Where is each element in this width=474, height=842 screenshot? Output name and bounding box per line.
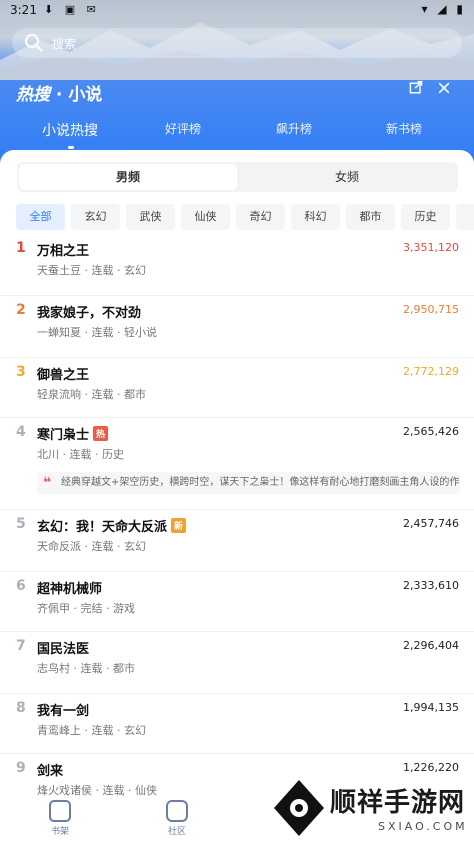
search-bar[interactable]: 搜索 — [12, 28, 462, 58]
list-item[interactable]: 1 万相之王 天蚕土豆 · 连载 · 玄幻 3,351,120 — [0, 236, 474, 296]
tab-male[interactable]: 男频 — [19, 164, 237, 190]
book-meta: 北川 · 连载 · 历史 — [37, 448, 124, 461]
external-link-icon[interactable] — [406, 80, 426, 100]
active-tab-indicator — [68, 146, 74, 149]
tab-top-rated[interactable]: 好评榜 — [165, 120, 201, 137]
list-item[interactable]: 4 寒门枭士热 北川 · 连载 · 历史 2,565,426 ❝ 经典穿越文+架… — [0, 418, 474, 510]
nav-community[interactable]: 社区 — [157, 800, 197, 837]
search-icon — [25, 34, 43, 52]
tab-rising[interactable]: 飙升榜 — [276, 120, 312, 137]
hot-count: 2,565,426 — [403, 425, 459, 438]
book-title: 玄幻：我！天命大反派新 — [37, 516, 187, 535]
hot-count: 1,994,135 — [403, 701, 459, 714]
status-bar: 3:21 ⬇ ▣ ✉ ▾ ◢ ▮ — [0, 0, 474, 22]
hot-count: 2,333,610 — [403, 579, 459, 592]
book-title: 寒门枭士热 — [37, 424, 109, 443]
book-meta: 天蚕土豆 · 连载 · 玄幻 — [37, 264, 146, 277]
category-chip-all[interactable]: 全部 — [16, 204, 65, 230]
book-title: 我家娘子，不对劲 — [37, 306, 142, 321]
hot-count: 2,296,404 — [403, 639, 459, 652]
watermark-logo-icon — [274, 780, 324, 836]
category-chip[interactable]: 军 — [456, 204, 474, 230]
ranking-card: 男频 女频 全部玄幻武侠仙侠奇幻科幻都市历史军 1 万相之王 天蚕土豆 · 连载… — [0, 150, 474, 842]
list-item[interactable]: 8 我有一剑 青鸾峰上 · 连载 · 玄幻 1,994,135 — [0, 694, 474, 754]
rank-number: 8 — [16, 700, 26, 716]
chat-bubble-icon — [166, 800, 188, 822]
notification-icons: ⬇ ▣ ✉ — [44, 3, 100, 16]
hot-count: 2,950,715 — [403, 303, 459, 316]
watermark-text: 顺祥手游网 — [330, 788, 466, 818]
book-meta: 齐佩甲 · 完结 · 游戏 — [37, 602, 135, 615]
book-title: 超神机械师 — [37, 582, 103, 597]
book-meta: 一蝉知夏 · 连载 · 轻小说 — [37, 326, 157, 339]
rank-number: 1 — [16, 240, 26, 256]
tab-female[interactable]: 女频 — [238, 164, 456, 190]
tab-new-books[interactable]: 新书榜 — [386, 120, 422, 137]
rank-number: 4 — [16, 424, 26, 440]
book-title: 我有一剑 — [37, 704, 90, 719]
book-meta: 志鸟村 · 连载 · 都市 — [37, 662, 135, 675]
brand-section-label: 小说 — [68, 85, 103, 105]
list-item[interactable]: 2 我家娘子，不对劲 一蝉知夏 · 连载 · 轻小说 2,950,715 — [0, 296, 474, 358]
list-item[interactable]: 5 玄幻：我！天命大反派新 天命反派 · 连载 · 玄幻 2,457,746 — [0, 510, 474, 572]
book-title-text: 寒门枭士 — [37, 428, 90, 443]
watermark-subtext: SXIAO.COM — [378, 820, 468, 833]
hot-count: 3,351,120 — [403, 241, 459, 254]
quote-icon: ❝ — [43, 475, 52, 491]
rank-number: 3 — [16, 364, 26, 380]
gender-switch: 男频 女频 — [17, 162, 458, 192]
page-title: 热搜 · 小说 — [16, 80, 102, 105]
tab-hot-search[interactable]: 小说热搜 — [42, 120, 98, 140]
system-icons: ▾ ◢ ▮ — [421, 2, 466, 16]
list-item[interactable]: 6 超神机械师 齐佩甲 · 完结 · 游戏 2,333,610 — [0, 572, 474, 632]
list-item[interactable]: 3 御兽之王 轻泉流响 · 连载 · 都市 2,772,129 — [0, 358, 474, 418]
nav-shelf-label: 书架 — [50, 827, 69, 837]
book-title: 剑来 — [37, 764, 64, 779]
close-icon[interactable] — [434, 80, 454, 100]
nav-community-label: 社区 — [167, 827, 186, 837]
hot-badge: 热 — [93, 426, 109, 441]
book-review-quote: ❝ 经典穿越文+架空历史，横跨时空，谋天下之枭士！像这样有耐心地打磨刻画主角人设… — [37, 472, 460, 494]
book-meta: 青鸾峰上 · 连载 · 玄幻 — [37, 724, 146, 737]
watermark: 顺祥手游网 SXIAO.COM — [268, 776, 474, 842]
new-badge: 新 — [171, 518, 187, 533]
brand-separator: · — [55, 85, 63, 105]
book-title: 万相之王 — [37, 244, 90, 259]
search-placeholder: 搜索 — [52, 37, 77, 51]
nav-shelf[interactable]: 书架 — [40, 800, 80, 837]
category-chip[interactable]: 武侠 — [126, 204, 175, 230]
quote-text: 经典穿越文+架空历史，横跨时空，谋天下之枭士！像这样有耐心地打磨刻画主角人设的作… — [61, 477, 460, 488]
status-time: 3:21 — [10, 3, 37, 17]
category-chip[interactable]: 历史 — [401, 204, 450, 230]
hot-count: 2,772,129 — [403, 365, 459, 378]
bookshelf-icon — [49, 800, 71, 822]
book-title: 国民法医 — [37, 642, 90, 657]
list-item[interactable]: 7 国民法医 志鸟村 · 连载 · 都市 2,296,404 — [0, 632, 474, 694]
category-filter: 全部玄幻武侠仙侠奇幻科幻都市历史军 — [16, 204, 474, 230]
hot-count: 2,457,746 — [403, 517, 459, 530]
rank-number: 6 — [16, 578, 26, 594]
book-meta: 天命反派 · 连载 · 玄幻 — [37, 540, 146, 553]
rank-number: 9 — [16, 760, 26, 776]
category-chip[interactable]: 奇幻 — [236, 204, 285, 230]
book-meta: 轻泉流响 · 连载 · 都市 — [37, 388, 146, 401]
hot-count: 1,226,220 — [403, 761, 459, 774]
rank-number: 2 — [16, 302, 26, 318]
rank-number: 5 — [16, 516, 26, 532]
book-title-text: 玄幻：我！天命大反派 — [37, 520, 168, 535]
category-chip[interactable]: 都市 — [346, 204, 395, 230]
category-chip[interactable]: 玄幻 — [71, 204, 120, 230]
category-chip[interactable]: 仙侠 — [181, 204, 230, 230]
category-chip[interactable]: 科幻 — [291, 204, 340, 230]
brand-hot-label: 热搜 — [16, 85, 50, 105]
book-title: 御兽之王 — [37, 368, 90, 383]
rank-number: 7 — [16, 638, 26, 654]
